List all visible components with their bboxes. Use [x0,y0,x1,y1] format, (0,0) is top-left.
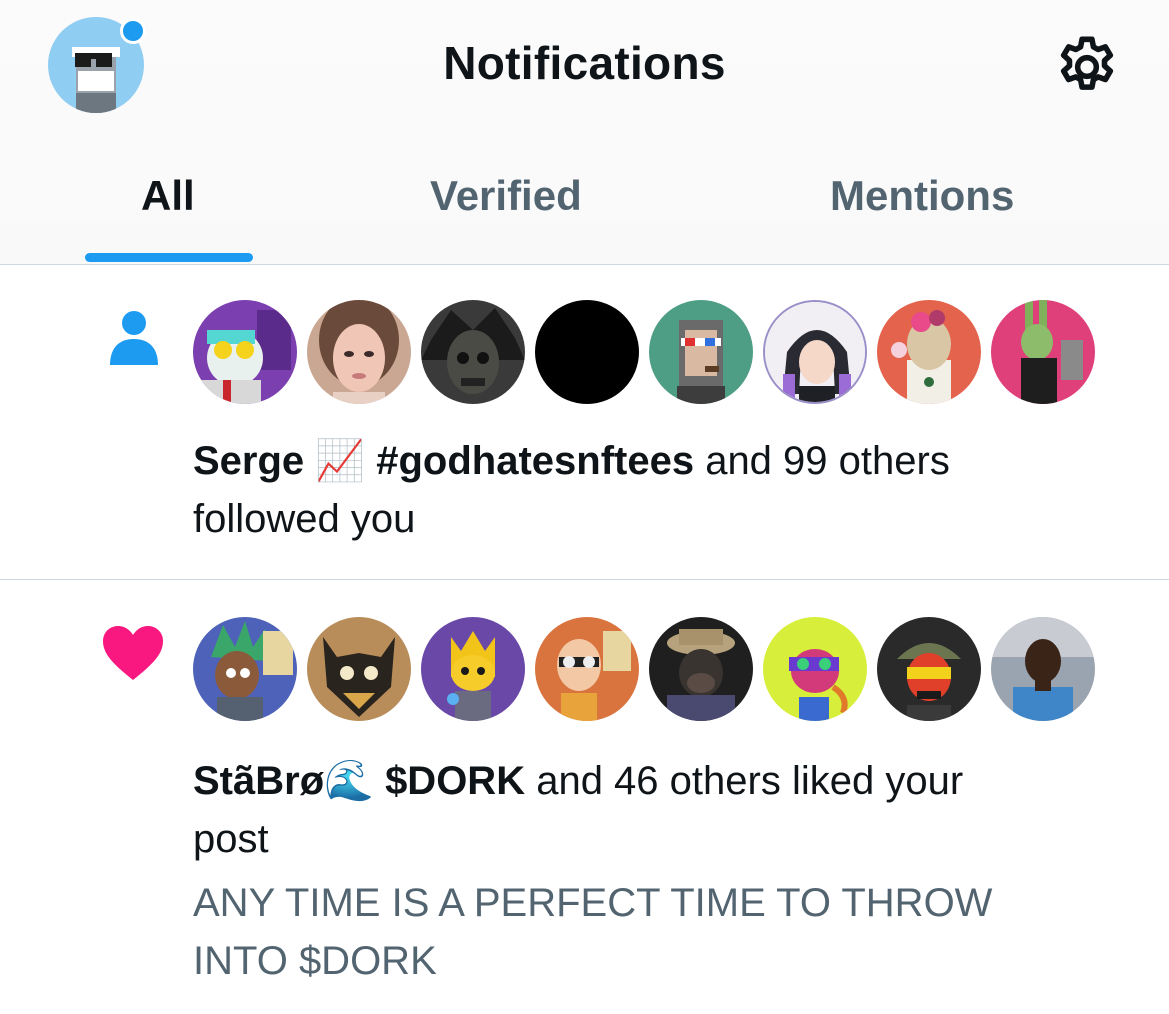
post-preview-line[interactable]: ANY TIME IS A PERFECT TIME TO THROW [193,874,992,932]
avatar[interactable] [307,300,411,404]
others-count: and 46 others liked your [525,759,964,803]
avatar[interactable] [421,617,525,721]
active-tab-indicator [85,253,253,262]
notification-text: StãBrø🌊 $DORK and 46 others liked your [193,752,963,810]
heart-icon [101,624,165,687]
notification-text: Serge 📈 #godhatesnftees and 99 others [193,432,950,490]
avatar[interactable] [877,617,981,721]
avatar[interactable] [193,617,297,721]
avatar[interactable] [763,617,867,721]
settings-button[interactable] [1052,32,1122,102]
page-title: Notifications [443,37,726,89]
notification-action: post [193,817,269,861]
avatar[interactable] [649,300,753,404]
notification-action: followed you [193,497,416,541]
notifications-header: Notifications All Verified Mentions [0,0,1169,265]
avatar[interactable] [649,617,753,721]
notification-like[interactable]: StãBrø🌊 $DORK and 46 others liked your p… [0,580,1169,1014]
avatar[interactable] [307,617,411,721]
tab-all[interactable]: All [141,172,195,220]
user-name[interactable]: Serge 📈 [193,439,365,483]
avatar[interactable] [535,617,639,721]
avatar[interactable] [535,300,639,404]
user-name[interactable]: $DORK [385,759,525,803]
avatar[interactable] [421,300,525,404]
avatar[interactable] [877,300,981,404]
user-name[interactable]: #godhatesnftees [376,439,694,483]
user-name[interactable]: StãBrø🌊 [193,759,374,803]
others-count: and 99 others [694,439,950,483]
gear-icon [1060,36,1114,90]
person-icon [108,309,160,370]
tab-mentions[interactable]: Mentions [830,172,1014,220]
avatar[interactable] [991,617,1095,721]
avatar[interactable] [193,300,297,404]
notification-follow[interactable]: Serge 📈 #godhatesnftees and 99 others fo… [0,265,1169,580]
post-preview-line[interactable]: INTO $DORK [193,932,437,990]
avatar[interactable] [991,300,1095,404]
avatar[interactable] [763,300,867,404]
tab-verified[interactable]: Verified [430,172,582,220]
